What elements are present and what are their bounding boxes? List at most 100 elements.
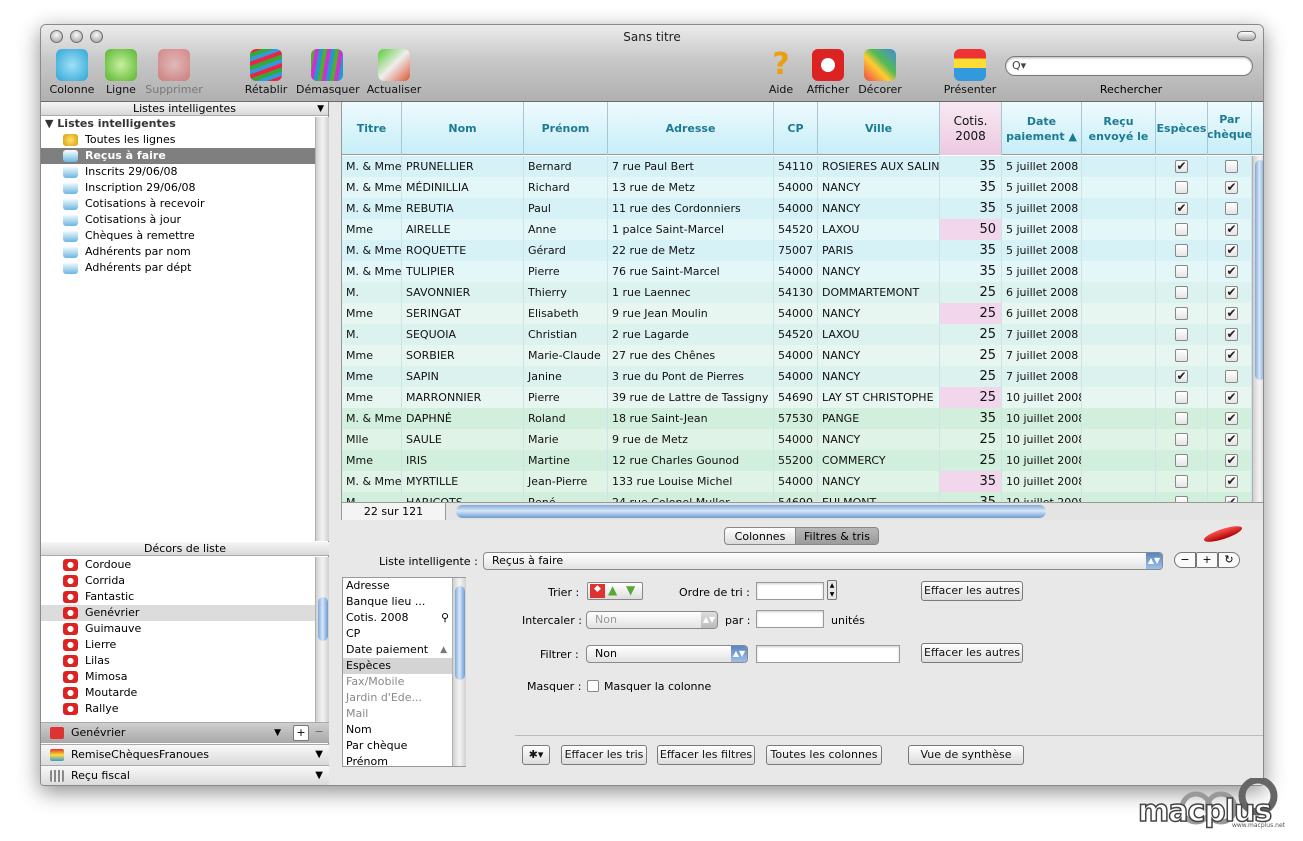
- decor-item[interactable]: Moutarde: [41, 685, 315, 701]
- filter-select[interactable]: Non ▲▼: [586, 645, 748, 663]
- column-list-item[interactable]: Adresse: [343, 578, 465, 594]
- column-list-item[interactable]: Fax/Mobile: [343, 674, 465, 690]
- column-header[interactable]: Adresse: [608, 102, 774, 155]
- clear-sorts-button[interactable]: Effacer les tris: [561, 745, 647, 765]
- table-row[interactable]: M. & Mme TULIPIER Pierre 76 rue Saint-Marce…: [342, 261, 1252, 282]
- table-row[interactable]: M. SEQUOIA Christian 2 rue Lagarde 54520 LAXO…: [342, 324, 1252, 345]
- sort-direction-control[interactable]: ◆ ▲ ▼: [587, 582, 643, 600]
- display-button[interactable]: Afficher: [803, 49, 853, 96]
- add-row-button[interactable]: Ligne: [101, 49, 141, 96]
- column-list-item[interactable]: Prénom: [343, 754, 465, 766]
- cheque-checkbox[interactable]: ✔: [1225, 433, 1238, 446]
- smart-list-item[interactable]: Chèques à remettre: [41, 228, 328, 244]
- table-row[interactable]: M. & Mme DAPHNÉ Roland 18 rue Saint-Jean 575…: [342, 408, 1252, 429]
- cash-checkbox[interactable]: [1175, 349, 1188, 362]
- table-row[interactable]: Mme AIRELLE Anne 1 palce Saint-Marcel 54520 L…: [342, 219, 1252, 240]
- help-button[interactable]: ? Aide: [763, 49, 799, 97]
- cash-checkbox[interactable]: ✔: [1175, 202, 1188, 215]
- column-header[interactable]: Nom: [402, 102, 524, 155]
- table-row[interactable]: M. & Mme MÉDINILLIA Richard 13 rue de Metz 5…: [342, 177, 1252, 198]
- cash-checkbox[interactable]: [1175, 181, 1188, 194]
- clear-other-filters-button[interactable]: Effacer les autres: [921, 643, 1023, 663]
- decor-scrollbar[interactable]: [315, 557, 329, 722]
- column-header[interactable]: Date paiement ▲: [1002, 102, 1082, 155]
- filter-value-field[interactable]: [756, 645, 900, 663]
- toolbar-toggle-button[interactable]: [1237, 31, 1256, 41]
- add-column-button[interactable]: Colonne: [49, 49, 95, 96]
- cheque-checkbox[interactable]: ✔: [1225, 286, 1238, 299]
- cheque-checkbox[interactable]: [1225, 202, 1238, 215]
- interleave-select[interactable]: Non ▲▼: [586, 611, 718, 629]
- cheque-checkbox[interactable]: ✔: [1225, 454, 1238, 467]
- sidebar-scrollbar[interactable]: [315, 117, 329, 541]
- decor-item[interactable]: Lilas: [41, 653, 315, 669]
- column-header[interactable]: Cotis. 2008: [940, 102, 1002, 155]
- table-row[interactable]: M. & Mme REBUTIA Paul 11 rue des Cordonnier…: [342, 198, 1252, 219]
- table-row[interactable]: Mme SAPIN Janine 3 rue du Pont de Pierres 54…: [342, 366, 1252, 387]
- sidebar-bottom-item[interactable]: Reçu fiscal ▼: [41, 765, 329, 785]
- clear-filters-button[interactable]: Effacer les filtres: [657, 745, 755, 765]
- smart-lists-group[interactable]: ▼ Listes intelligentes: [41, 116, 328, 132]
- column-list-item[interactable]: Espèces: [343, 658, 465, 674]
- column-list-scrollbar[interactable]: [452, 578, 466, 766]
- cash-checkbox[interactable]: [1175, 412, 1188, 425]
- cheque-checkbox[interactable]: ✔: [1225, 265, 1238, 278]
- cash-checkbox[interactable]: [1175, 265, 1188, 278]
- cash-checkbox[interactable]: [1175, 223, 1188, 236]
- column-header[interactable]: Reçu envoyé le: [1082, 102, 1156, 155]
- scroll-thumb[interactable]: [318, 597, 328, 641]
- cheque-checkbox[interactable]: ✔: [1225, 223, 1238, 236]
- current-decor[interactable]: Genévrier ▼ + −: [41, 722, 329, 743]
- no-sort-icon[interactable]: ◆: [590, 584, 605, 598]
- smart-list-item[interactable]: Cotisations à jour: [41, 212, 328, 228]
- remove-decor-button[interactable]: −: [311, 725, 327, 741]
- gear-icon[interactable]: ✱▾: [522, 745, 550, 765]
- column-header[interactable]: Titre: [342, 102, 402, 155]
- cash-checkbox[interactable]: ✔: [1175, 160, 1188, 173]
- table-row[interactable]: Mme IRIS Martine 12 rue Charles Gounod 55200…: [342, 450, 1252, 471]
- table-row[interactable]: Mme MARRONNIER Pierre 39 rue de Lattre de T…: [342, 387, 1252, 408]
- smart-list-item[interactable]: Adhérents par dépt: [41, 260, 328, 276]
- cash-checkbox[interactable]: [1175, 286, 1188, 299]
- column-header[interactable]: CP: [774, 102, 818, 155]
- decor-item[interactable]: Cordoue: [41, 557, 315, 573]
- cash-checkbox[interactable]: [1175, 244, 1188, 257]
- add-decor-button[interactable]: +: [293, 725, 309, 741]
- smart-list-item[interactable]: Cotisations à recevoir: [41, 196, 328, 212]
- decor-item[interactable]: Fantastic: [41, 589, 315, 605]
- sidebar-bottom-item[interactable]: RemiseChèquesFranoues ▼: [41, 744, 329, 765]
- unhide-button[interactable]: Démasquer: [296, 49, 360, 96]
- all-columns-button[interactable]: Toutes les colonnes: [766, 745, 882, 765]
- hide-column-checkbox[interactable]: [587, 680, 599, 692]
- decor-item[interactable]: Rallye: [41, 701, 315, 717]
- smart-list-item[interactable]: Inscription 29/06/08: [41, 180, 328, 196]
- cash-checkbox[interactable]: [1175, 307, 1188, 320]
- scroll-thumb[interactable]: [455, 586, 465, 680]
- add-smart-list-button[interactable]: +: [1196, 552, 1218, 568]
- table-row[interactable]: Mme SORBIER Marie-Claude 27 rue des Chênes 5…: [342, 345, 1252, 366]
- cheque-checkbox[interactable]: ✔: [1225, 244, 1238, 257]
- table-row[interactable]: Mme SERINGAT Elisabeth 9 rue Jean Moulin 540…: [342, 303, 1252, 324]
- sort-order-field[interactable]: [756, 582, 824, 600]
- table-row[interactable]: M. & Mme MYRTILLE Jean-Pierre 133 rue Louis…: [342, 471, 1252, 492]
- cheque-checkbox[interactable]: [1225, 370, 1238, 383]
- decorate-button[interactable]: Décorer: [855, 49, 905, 96]
- smart-list-item[interactable]: Toutes les lignes: [41, 132, 328, 148]
- smart-list-item[interactable]: Reçus à faire: [41, 148, 328, 164]
- decor-item[interactable]: Lierre: [41, 637, 315, 653]
- search-input[interactable]: Q▾: [1005, 56, 1253, 76]
- cheque-checkbox[interactable]: ✔: [1225, 349, 1238, 362]
- table-row[interactable]: M. & Mme PRUNELLIER Bernard 7 rue Paul Bert…: [342, 156, 1252, 177]
- refresh-smart-list-button[interactable]: ↻: [1218, 552, 1240, 568]
- column-list-item[interactable]: Mail: [343, 706, 465, 722]
- decor-item[interactable]: Guimauve: [41, 621, 315, 637]
- column-header[interactable]: Par chèque: [1208, 102, 1252, 155]
- table-row[interactable]: M.HARICOTSRené24 rue Colonel Muller54690…: [342, 492, 1252, 502]
- scroll-thumb[interactable]: [1255, 160, 1263, 380]
- column-list-item[interactable]: Jardin d'Ede...: [343, 690, 465, 706]
- cash-checkbox[interactable]: [1175, 475, 1188, 488]
- present-button[interactable]: Présenter: [941, 49, 999, 96]
- table-row[interactable]: M. SAVONNIER Thierry 1 rue Laennec 54130 DOMM…: [342, 282, 1252, 303]
- cash-checkbox[interactable]: [1175, 328, 1188, 341]
- column-header[interactable]: Ville: [818, 102, 940, 155]
